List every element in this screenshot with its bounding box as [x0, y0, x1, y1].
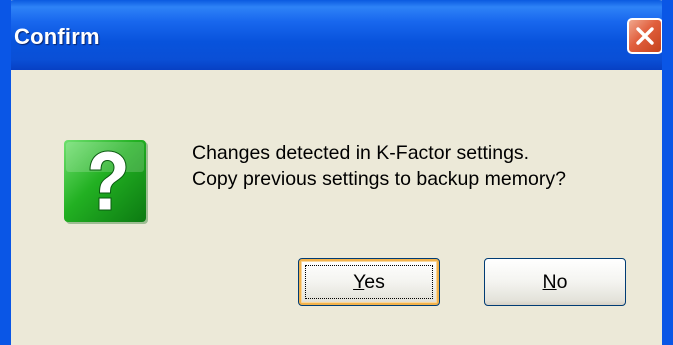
window-left-border: [0, 70, 11, 345]
no-button-label: No: [543, 271, 568, 294]
title-bar[interactable]: Confirm: [11, 0, 662, 70]
focus-rectangle: [305, 265, 433, 299]
window-title: Confirm: [14, 24, 100, 49]
message-line-2: Copy previous settings to backup memory?: [192, 168, 566, 190]
dialog-message: Changes detected in K-Factor settings. C…: [192, 140, 566, 192]
message-line-1: Changes detected in K-Factor settings.: [192, 142, 530, 164]
confirm-dialog: Confirm Changes detected in K-Factor set…: [0, 0, 673, 345]
yes-button[interactable]: Yes: [298, 258, 440, 306]
no-button[interactable]: No: [484, 258, 626, 306]
dialog-body: Changes detected in K-Factor settings. C…: [11, 70, 662, 345]
close-button[interactable]: [627, 18, 662, 54]
window-right-border: [662, 70, 673, 345]
close-icon: [636, 27, 654, 45]
no-label-rest: o: [556, 270, 568, 293]
question-icon: [64, 140, 148, 224]
no-accelerator: N: [542, 270, 557, 293]
